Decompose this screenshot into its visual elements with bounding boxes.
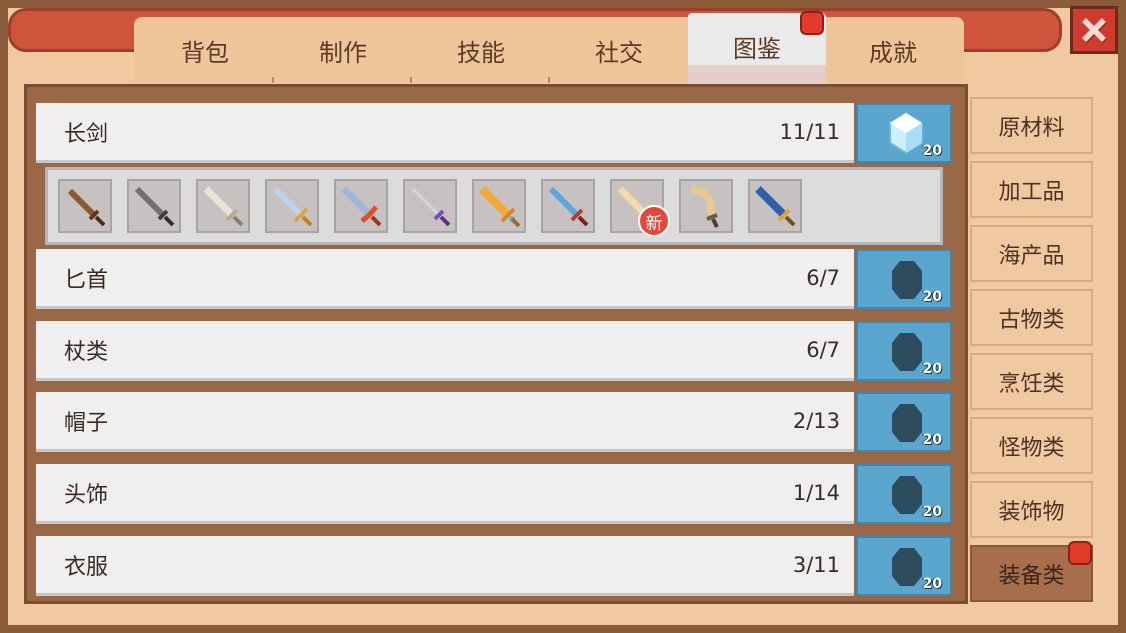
tab-label: 制作 bbox=[319, 38, 367, 67]
category-count: 3/11 bbox=[792, 552, 840, 577]
blue-steel-sword-icon bbox=[548, 186, 589, 227]
tab-social[interactable]: 社交 bbox=[550, 17, 688, 83]
category-count: 6/7 bbox=[806, 265, 840, 290]
red-guard-sword-icon bbox=[341, 186, 382, 227]
reward-badge[interactable]: 20 bbox=[856, 536, 952, 596]
reward-badge[interactable]: 20 bbox=[856, 249, 952, 309]
item-slot[interactable] bbox=[334, 179, 388, 233]
category-count: 11/11 bbox=[779, 119, 840, 144]
item-slot[interactable] bbox=[748, 179, 802, 233]
sidebar-item-label: 烹饪类 bbox=[998, 371, 1065, 397]
category-count: 2/13 bbox=[792, 408, 840, 433]
category-name: 匕首 bbox=[64, 267, 109, 293]
tab-skills[interactable]: 技能 bbox=[412, 17, 550, 83]
item-slot[interactable] bbox=[58, 179, 112, 233]
notification-dot bbox=[800, 11, 824, 35]
tab-backpack[interactable]: 背包 bbox=[136, 17, 274, 83]
category-row-dagger[interactable]: 匕首 6/7 bbox=[36, 249, 854, 309]
category-count: 1/14 bbox=[792, 480, 840, 505]
scimitar-icon bbox=[690, 185, 719, 228]
tab-label: 技能 bbox=[457, 38, 505, 67]
sidebar-item-label: 海产品 bbox=[998, 243, 1065, 269]
sidebar-item-antiques[interactable]: 古物类 bbox=[970, 289, 1093, 346]
sidebar-item-seafood[interactable]: 海产品 bbox=[970, 225, 1093, 282]
item-slot[interactable] bbox=[127, 179, 181, 233]
category-name: 长剑 bbox=[64, 121, 109, 147]
sidebar-item-processed-goods[interactable]: 加工品 bbox=[970, 161, 1093, 218]
category-name: 杖类 bbox=[64, 339, 109, 365]
close-button[interactable] bbox=[1070, 6, 1118, 54]
sidebar-item-decorations[interactable]: 装饰物 bbox=[970, 481, 1093, 538]
tab-label: 背包 bbox=[181, 38, 229, 67]
category-row-longsword[interactable]: 长剑 11/11 bbox=[36, 103, 854, 163]
reward-amount: 20 bbox=[922, 289, 942, 305]
sidebar-item-label: 装饰物 bbox=[998, 499, 1065, 525]
category-name: 衣服 bbox=[64, 554, 109, 580]
item-slot[interactable]: 新 bbox=[610, 179, 670, 237]
blue-broadsword-icon bbox=[755, 186, 796, 227]
tab-label: 社交 bbox=[595, 38, 643, 67]
bronze-sword-icon bbox=[67, 188, 106, 227]
new-item-badge: 新 bbox=[638, 205, 670, 237]
locked-gem-icon bbox=[892, 476, 922, 514]
category-row-staff[interactable]: 杖类 6/7 bbox=[36, 321, 854, 381]
item-slot[interactable] bbox=[403, 179, 457, 233]
tab-achievements[interactable]: 成就 bbox=[824, 17, 962, 83]
silver-gold-sword-icon bbox=[272, 186, 313, 227]
iron-sword-icon bbox=[134, 186, 175, 227]
reward-amount: 20 bbox=[922, 432, 942, 448]
reward-amount: 20 bbox=[922, 143, 942, 159]
sidebar-item-label: 加工品 bbox=[998, 179, 1065, 205]
bone-sword-icon bbox=[203, 186, 244, 227]
category-row-headwear[interactable]: 头饰 1/14 bbox=[36, 464, 854, 524]
notification-dot bbox=[1068, 541, 1092, 565]
reward-badge[interactable]: 20 bbox=[856, 392, 952, 452]
tab-crafting[interactable]: 制作 bbox=[274, 17, 412, 83]
sidebar-item-cooking[interactable]: 烹饪类 bbox=[970, 353, 1093, 410]
golden-sword-icon bbox=[479, 186, 521, 228]
item-slot[interactable] bbox=[196, 179, 250, 233]
sidebar-item-raw-materials[interactable]: 原材料 bbox=[970, 97, 1093, 154]
main-tabs: 背包 制作 技能 社交 图鉴 成就 bbox=[134, 11, 964, 97]
close-icon bbox=[1082, 18, 1107, 43]
sidebar-item-label: 怪物类 bbox=[998, 435, 1065, 461]
locked-gem-icon bbox=[892, 404, 922, 442]
tab-label: 图鉴 bbox=[733, 34, 781, 63]
diamond-icon bbox=[889, 111, 923, 155]
category-count: 6/7 bbox=[806, 337, 840, 362]
category-row-clothes[interactable]: 衣服 3/11 bbox=[36, 536, 854, 596]
locked-gem-icon bbox=[892, 333, 922, 371]
reward-badge[interactable]: 20 bbox=[856, 321, 952, 381]
item-slot[interactable] bbox=[679, 179, 733, 233]
item-slot[interactable] bbox=[472, 179, 526, 233]
locked-gem-icon bbox=[892, 261, 922, 299]
purple-rapier-icon bbox=[411, 187, 451, 227]
sidebar-item-label: 装备类 bbox=[998, 563, 1065, 589]
reward-amount: 20 bbox=[922, 576, 942, 592]
item-slot[interactable] bbox=[265, 179, 319, 233]
category-name: 头饰 bbox=[64, 482, 109, 508]
sidebar-item-label: 原材料 bbox=[998, 115, 1065, 141]
item-grid: 新 bbox=[45, 167, 943, 245]
sidebar-item-monsters[interactable]: 怪物类 bbox=[970, 417, 1093, 474]
category-row-hat[interactable]: 帽子 2/13 bbox=[36, 392, 854, 452]
reward-badge[interactable]: 20 bbox=[856, 103, 952, 163]
category-name: 帽子 bbox=[64, 410, 109, 436]
reward-amount: 20 bbox=[922, 504, 942, 520]
tab-label: 成就 bbox=[869, 38, 917, 67]
reward-amount: 20 bbox=[922, 361, 942, 377]
reward-badge[interactable]: 20 bbox=[856, 464, 952, 524]
item-slot[interactable] bbox=[541, 179, 595, 233]
sidebar-item-label: 古物类 bbox=[998, 307, 1065, 333]
locked-gem-icon bbox=[892, 548, 922, 586]
